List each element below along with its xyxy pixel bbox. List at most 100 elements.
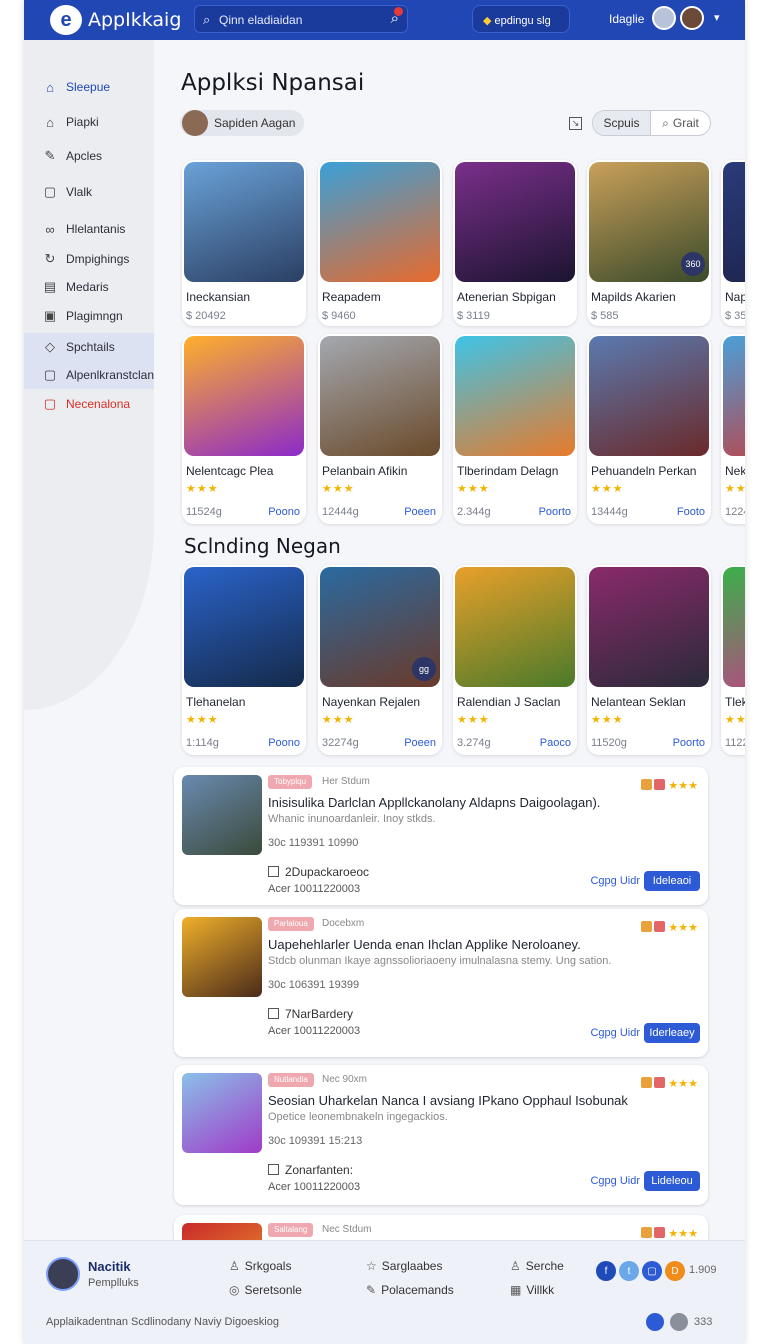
sidebar-item-hlelantanis[interactable]: ∞ Hlelantanis: [24, 216, 154, 242]
app-card[interactable]: Pehuandeln Perkan ★★★ 13444g Footo: [587, 334, 711, 524]
get-button[interactable]: Paoco: [540, 737, 571, 749]
avatar[interactable]: [46, 1257, 80, 1291]
chevron-down-icon[interactable]: ▾: [714, 11, 720, 24]
get-button[interactable]: Poeen: [404, 506, 436, 518]
app-card[interactable]: Tlberindam Delagn ★★★ 2.344g Poorto: [453, 334, 577, 524]
app-cover-image[interactable]: [589, 567, 709, 687]
app-card[interactable]: Nek ★★ 1224: [721, 334, 745, 524]
app-card[interactable]: Nelantean Seklan ★★★ 11520g Poorto: [587, 565, 711, 755]
sort-icon[interactable]: ↘: [569, 117, 582, 130]
sidebar-item-spchtails[interactable]: ◇ Spchtails: [24, 333, 154, 361]
get-button[interactable]: Footo: [677, 506, 705, 518]
app-card[interactable]: Ineckansian $ 20492: [182, 160, 306, 326]
app-card[interactable]: Pelanbain Afikin ★★★ 12444g Poeen: [318, 334, 442, 524]
app-cover-image[interactable]: [723, 162, 745, 282]
open-button[interactable]: Lideleou: [644, 1171, 700, 1191]
sidebar-item-piapki[interactable]: ⌂ Piapki: [24, 109, 154, 135]
settings-icon[interactable]: [670, 1313, 688, 1331]
segment-left[interactable]: Scpuis: [593, 111, 651, 135]
app-cover-image[interactable]: [723, 336, 745, 456]
copy-link[interactable]: Cgpg Uidr: [590, 1175, 640, 1187]
app-cover-image[interactable]: [320, 336, 440, 456]
app-card[interactable]: Ralendian J Saclan ★★★ 3.274g Paoco: [453, 565, 577, 755]
sidebar-item-dmpighings[interactable]: ↻ Dmpighings: [24, 246, 154, 272]
avatar[interactable]: [652, 6, 676, 30]
app-cover-image[interactable]: [455, 162, 575, 282]
sidebar-item-necenalona[interactable]: ▢ Necenalona: [24, 391, 154, 417]
sidebar-item-plagimngn[interactable]: ▣ Plagimngn: [24, 303, 154, 329]
get-button[interactable]: Poeen: [404, 737, 436, 749]
get-button[interactable]: Poono: [268, 506, 300, 518]
app-card[interactable]: Atenerian Sbpigan $ 3119: [453, 160, 577, 326]
shield-icon[interactable]: [646, 1313, 664, 1331]
app-card[interactable]: Reapadem $ 9460: [318, 160, 442, 326]
app-icon[interactable]: ▢: [642, 1261, 662, 1281]
footer-link[interactable]: ◎ Seretsonle: [229, 1283, 302, 1297]
footer-link[interactable]: ✎ Polacemands: [366, 1283, 454, 1297]
item-heading: Uapehehlarler Uenda enan Ihclan Applike …: [268, 937, 581, 952]
refresh-icon: ↻: [44, 251, 56, 266]
footer-user-name[interactable]: Nacitik: [88, 1259, 131, 1274]
brand-name[interactable]: AppIkkaig: [88, 9, 181, 31]
user-name[interactable]: Idaglie: [609, 12, 644, 26]
app-card[interactable]: Mapilds Akarien $ 585 360: [587, 160, 711, 326]
share-icon[interactable]: D: [665, 1261, 685, 1281]
footer-link[interactable]: ♙ Srkgoals: [229, 1259, 291, 1273]
segment-right[interactable]: ⌕ Grait: [651, 111, 710, 135]
badge-icon: [641, 1227, 653, 1238]
footer-link[interactable]: ☆ Sarglaabes: [366, 1259, 442, 1273]
document-icon: [268, 866, 279, 877]
filter-chip[interactable]: Sapiden Aagan: [180, 110, 304, 136]
list-item[interactable]: Tobyplqu Her Stdum Inisisulika Darlclan Ap…: [174, 767, 708, 905]
app-cover-image[interactable]: [320, 162, 440, 282]
sidebar-item-label: Plagimngn: [66, 309, 123, 323]
chip-label: Sapiden Aagan: [214, 116, 296, 130]
app-cover-image[interactable]: [184, 162, 304, 282]
copy-link[interactable]: Cgpg Uidr: [590, 1027, 640, 1039]
sidebar-item-vlalk[interactable]: ▢ Vlalk: [24, 179, 154, 205]
facebook-icon[interactable]: f: [596, 1261, 616, 1281]
lock-icon: ▣: [43, 308, 57, 323]
app-cover-image[interactable]: [723, 567, 745, 687]
copy-link[interactable]: Cgpg Uidr: [590, 875, 640, 887]
app-card[interactable]: Nayenkan Rejalen ★★★ 32274g Poeen gg: [318, 565, 442, 755]
square-icon: ▢: [43, 367, 57, 382]
sidebar-item-alpenlkranstclan[interactable]: ▢ Alpenlkranstclan: [24, 361, 154, 389]
brand-logo-icon[interactable]: e: [50, 5, 82, 35]
app-thumbnail[interactable]: [182, 775, 262, 855]
get-button[interactable]: Poorto: [673, 737, 705, 749]
app-cover-image[interactable]: [455, 336, 575, 456]
app-card[interactable]: Tlek ★★ 1122: [721, 565, 745, 755]
sidebar-item-medaris[interactable]: ▤ Medaris: [24, 274, 154, 300]
app-card[interactable]: Tlehanelan ★★★ 1:114g Poono: [182, 565, 306, 755]
search-input[interactable]: ⌕ Qinn eladiaidan ⌕: [194, 5, 408, 33]
app-card[interactable]: Napi $ 35: [721, 160, 745, 326]
sidebar-item-sleepue[interactable]: ⌂ Sleepue: [24, 74, 154, 100]
open-button[interactable]: Iderleaey: [644, 1023, 700, 1043]
list-item[interactable]: Nutlandla Nec 90xm Seosian Uharkelan Nanca…: [174, 1065, 708, 1205]
app-cover-image[interactable]: [184, 336, 304, 456]
get-button[interactable]: Poorto: [539, 506, 571, 518]
avatar[interactable]: [680, 6, 704, 30]
stars-glyph: ★★★: [668, 1228, 698, 1240]
stars-glyph: ★★★: [668, 1078, 698, 1090]
twitter-icon[interactable]: t: [619, 1261, 639, 1281]
app-thumbnail[interactable]: [182, 917, 262, 997]
user-icon: ♙: [510, 1259, 521, 1273]
list-item[interactable]: Parlaloua Docebxm Uapehehlarler Uenda enan…: [174, 909, 708, 1057]
footer-link[interactable]: ♙ Serche: [510, 1259, 564, 1273]
open-button[interactable]: Ideleaoi: [644, 871, 700, 891]
app-price: $ 20492: [186, 310, 226, 322]
get-button[interactable]: Poono: [268, 737, 300, 749]
rating-stars: ★★★: [591, 483, 624, 495]
sidebar-item-apcles[interactable]: ✎ Apcles: [24, 143, 154, 169]
app-card[interactable]: Nelentcagc Plea ★★★ 11524g Poono: [182, 334, 306, 524]
promo-button[interactable]: ◆ epdingu slg: [472, 5, 570, 33]
footer-link[interactable]: ▦ Villkk: [510, 1283, 554, 1297]
app-thumbnail[interactable]: [182, 1073, 262, 1153]
app-cover-image[interactable]: [589, 336, 709, 456]
grid-icon: ▦: [510, 1283, 522, 1297]
app-cover-image[interactable]: [455, 567, 575, 687]
app-cover-image[interactable]: [184, 567, 304, 687]
notification-dot: [394, 7, 403, 16]
